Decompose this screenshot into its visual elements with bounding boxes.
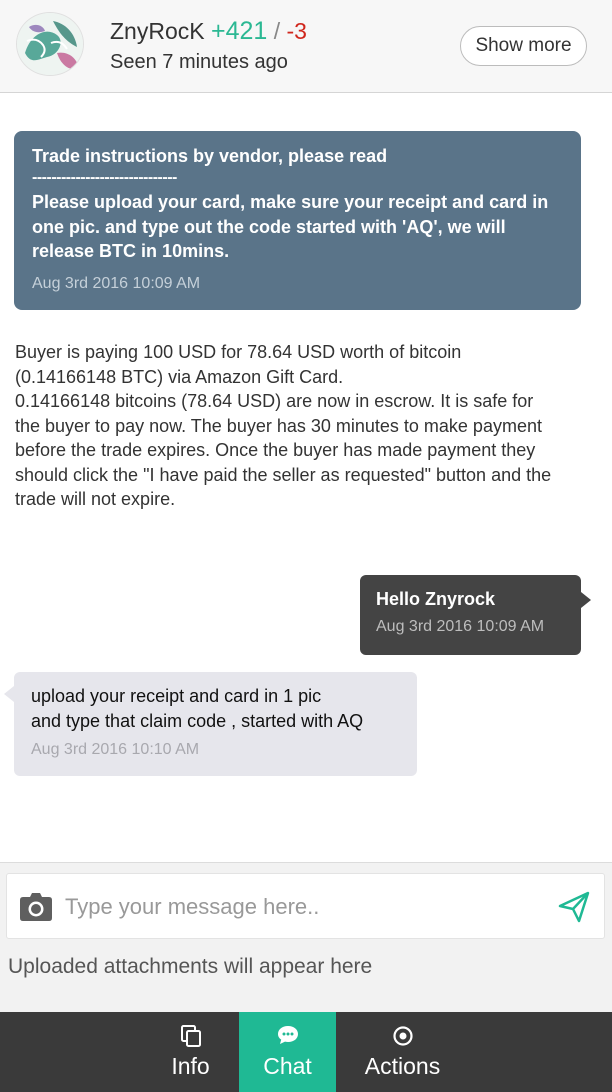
- nav-tab-chat[interactable]: Chat: [239, 1012, 336, 1092]
- system-message-payment: Buyer is paying 100 USD for 78.64 USD wo…: [15, 342, 462, 387]
- feedback-separator: /: [273, 18, 281, 44]
- message-timestamp: Aug 3rd 2016 10:09 AM: [376, 618, 545, 635]
- message-text: Hello Znyrock: [376, 589, 496, 609]
- camera-icon[interactable]: [19, 891, 53, 923]
- bottom-nav: Info Chat Actions: [0, 1012, 612, 1092]
- vendor-instructions-card: Trade instructions by vendor, please rea…: [14, 131, 581, 310]
- negative-feedback-count: -3: [286, 18, 307, 44]
- incoming-message: upload your receipt and card in 1 pic an…: [4, 672, 417, 776]
- system-message-escrow: 0.14166148 bitcoins (78.64 USD) are now …: [15, 391, 552, 509]
- outgoing-message: Hello Znyrock Aug 3rd 2016 10:09 AM: [360, 575, 591, 655]
- attachments-note: Uploaded attachments will appear here: [8, 955, 373, 978]
- avatar[interactable]: [16, 12, 84, 76]
- message-composer: [6, 873, 605, 939]
- send-icon[interactable]: [557, 890, 591, 924]
- instructions-divider: ------------------------------: [32, 169, 177, 186]
- instructions-timestamp: Aug 3rd 2016 10:09 AM: [32, 274, 201, 292]
- last-seen-status: Seen 7 minutes ago: [110, 51, 288, 73]
- instructions-body: Please upload your card, make sure your …: [32, 192, 549, 261]
- nav-label: Chat: [263, 1053, 312, 1079]
- nav-tab-actions[interactable]: Actions: [336, 1012, 469, 1092]
- nav-label: Info: [171, 1053, 210, 1079]
- message-line: and type that claim code , started with …: [31, 711, 364, 731]
- nav-tab-info[interactable]: Info: [142, 1012, 239, 1092]
- show-more-button[interactable]: Show more: [460, 26, 587, 66]
- positive-feedback-count: +421: [210, 17, 268, 45]
- copy-icon: [179, 1024, 203, 1053]
- instructions-title: Trade instructions by vendor, please rea…: [32, 146, 388, 166]
- chat-bubble-icon: [276, 1024, 300, 1051]
- message-line: upload your receipt and card in 1 pic: [31, 686, 322, 706]
- username[interactable]: ZnyRocK: [110, 18, 205, 44]
- nav-label: Actions: [364, 1053, 441, 1079]
- chat-header: ZnyRocK +421 / -3 Seen 7 minutes ago Sho…: [0, 0, 612, 93]
- user-summary: ZnyRocK +421 / -3: [110, 17, 307, 46]
- trade-system-message: Buyer is paying 100 USD for 78.64 USD wo…: [15, 340, 555, 512]
- message-text: upload your receipt and card in 1 pic an…: [31, 684, 400, 734]
- message-timestamp: Aug 3rd 2016 10:10 AM: [31, 741, 200, 758]
- target-icon: [391, 1024, 415, 1053]
- composer-area: Uploaded attachments will appear here: [0, 862, 612, 1012]
- message-input[interactable]: [65, 886, 535, 928]
